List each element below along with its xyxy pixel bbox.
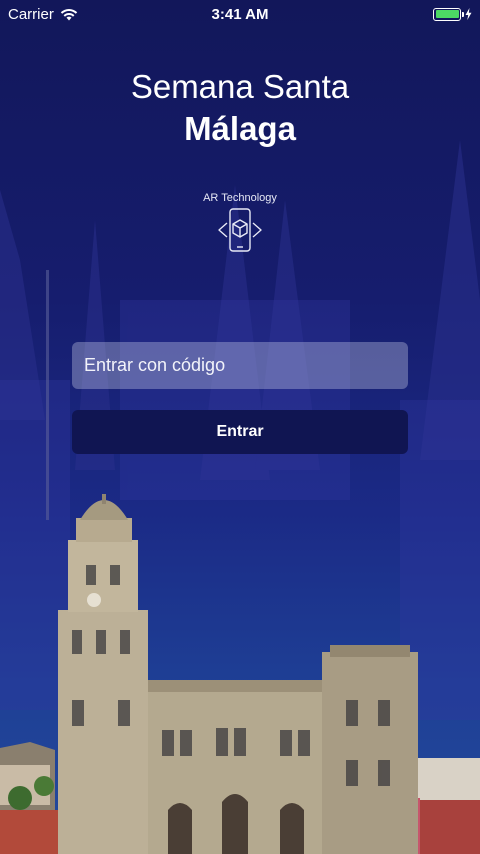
carrier-label: Carrier: [8, 5, 54, 23]
enter-button[interactable]: Entrar: [72, 410, 408, 454]
status-right: [433, 7, 480, 21]
status-left: Carrier: [0, 6, 78, 23]
code-input[interactable]: [72, 342, 408, 389]
battery-level: [435, 10, 459, 18]
app-title-line2: Málaga: [184, 110, 296, 147]
app-title: Semana Santa Málaga: [0, 66, 480, 150]
brand-block: AR Technology: [0, 192, 480, 260]
wifi-icon: [60, 8, 78, 20]
ar-phone-cube-icon: [218, 208, 262, 252]
status-bar: Carrier 3:41 AM: [0, 0, 480, 28]
cathedral-image: [0, 494, 480, 854]
bolt-icon: [465, 8, 472, 20]
brand-label: AR Technology: [203, 192, 277, 204]
app-title-line1: Semana Santa: [130, 68, 350, 105]
battery-icon: [433, 7, 464, 21]
